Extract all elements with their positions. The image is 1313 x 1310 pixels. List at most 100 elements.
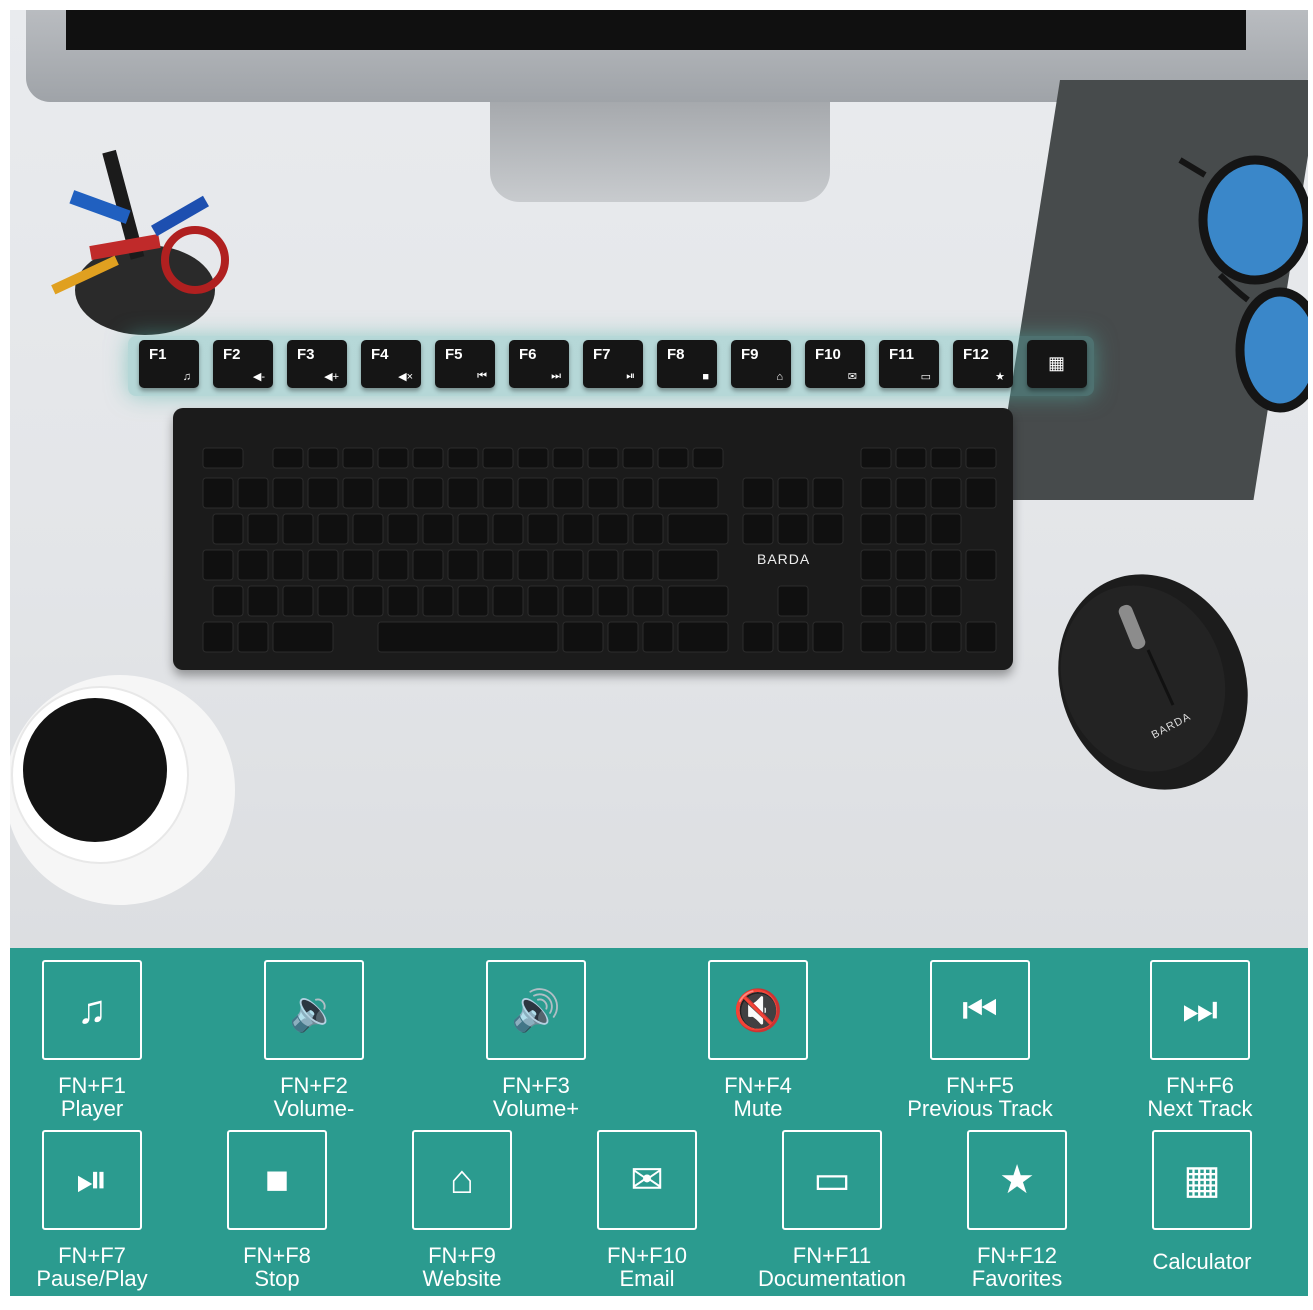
- keyboard-key: [777, 513, 809, 545]
- keyboard-key: [965, 477, 997, 509]
- star-icon: ★: [995, 371, 1005, 383]
- document-icon: ▭: [782, 1130, 882, 1230]
- volume-down-icon: 🔉: [264, 960, 364, 1060]
- fkey-f12: F12 ★: [953, 340, 1013, 388]
- music-note-icon: ♫: [42, 960, 142, 1060]
- calculator-icon: ▦: [1152, 1130, 1252, 1230]
- keyboard-key: [597, 513, 629, 545]
- keyboard-key: [307, 549, 339, 581]
- music-note-icon: ♫: [182, 371, 191, 383]
- next-track-icon: ⏭: [1150, 960, 1250, 1060]
- keyboard-key: [202, 447, 244, 469]
- keyboard-key: [895, 549, 927, 581]
- fkey-f5: F5 ⏮: [435, 340, 495, 388]
- play-pause-icon: ⏯: [626, 370, 635, 382]
- keyboard-key: [777, 477, 809, 509]
- keyboard-key: [412, 477, 444, 509]
- keyboard-key: [457, 513, 489, 545]
- keyboard-key: [237, 549, 269, 581]
- keyboard-keys: [202, 447, 997, 653]
- keyboard-key: [272, 447, 304, 469]
- keyboard-key: [447, 549, 479, 581]
- keyboard-key: [930, 621, 962, 653]
- play-pause-icon: ⏯: [42, 1130, 142, 1230]
- legend-item-pause-play: ⏯ FN+F7 Pause/Play: [0, 1130, 192, 1290]
- keyboard-key: [677, 621, 729, 653]
- legend-item-favorites: ★ FN+F12 Favorites: [917, 1130, 1117, 1290]
- keyboard-key: [412, 549, 444, 581]
- legend-item-stop: ■ FN+F8 Stop: [177, 1130, 377, 1290]
- keyboard-key: [272, 621, 334, 653]
- keyboard-key: [377, 477, 409, 509]
- volume-down-icon: ◀-: [252, 371, 265, 383]
- keyboard-key: [895, 447, 927, 469]
- keyboard-key: [812, 513, 844, 545]
- keyboard-key: [622, 549, 654, 581]
- keyboard-key: [212, 513, 244, 545]
- keyboard-key: [632, 513, 664, 545]
- keyboard-key: [527, 585, 559, 617]
- keyboard-key: [492, 585, 524, 617]
- keyboard-key: [965, 447, 997, 469]
- fkey-f10: F10 ✉: [805, 340, 865, 388]
- fkey-f8: F8 ■: [657, 340, 717, 388]
- keyboard-key: [212, 585, 244, 617]
- monitor-screen: [66, 10, 1246, 50]
- keyboard-key: [860, 549, 892, 581]
- keyboard-key: [860, 477, 892, 509]
- fkey-f1: F1 ♫: [139, 340, 199, 388]
- keyboard-key: [317, 513, 349, 545]
- keyboard-key: [342, 549, 374, 581]
- volume-up-icon: 🔊: [486, 960, 586, 1060]
- fkey-f6: F6 ⏭: [509, 340, 569, 388]
- keyboard-key: [860, 513, 892, 545]
- keyboard-key: [930, 447, 962, 469]
- keyboard-key: [607, 621, 639, 653]
- keyboard-key: [517, 447, 549, 469]
- keyboard-key: [307, 477, 339, 509]
- keyboard-key: [860, 447, 892, 469]
- keyboard-key: [527, 513, 559, 545]
- keyboard-key: [667, 585, 729, 617]
- keyboard-key: [482, 549, 514, 581]
- keyboard-key: [377, 621, 559, 653]
- keyboard-key: [860, 621, 892, 653]
- keyboard-key: [422, 513, 454, 545]
- legend-item-mute: 🔇 FN+F4 Mute: [658, 960, 858, 1120]
- mute-icon: 🔇: [708, 960, 808, 1060]
- keyboard-key: [965, 549, 997, 581]
- keyboard-key: [622, 447, 654, 469]
- home-icon: ⌂: [776, 371, 783, 383]
- mouse: [1058, 574, 1248, 790]
- keyboard-key: [642, 621, 674, 653]
- legend-item-volume-up: 🔊 FN+F3 Volume+: [436, 960, 636, 1120]
- keyboard-key: [352, 513, 384, 545]
- keyboard-key: [692, 447, 724, 469]
- keyboard-key: [412, 447, 444, 469]
- keyboard-key: [812, 621, 844, 653]
- keyboard-key: [860, 585, 892, 617]
- keyboard-key: [377, 447, 409, 469]
- keyboard-key: [895, 621, 927, 653]
- keyboard-key: [965, 621, 997, 653]
- keyboard-key: [282, 513, 314, 545]
- fkey-f7: F7 ⏯: [583, 340, 643, 388]
- keyboard-key: [202, 477, 234, 509]
- keyboard-key: [272, 477, 304, 509]
- mail-icon: ✉: [597, 1130, 697, 1230]
- fkey-f4: F4 ◀×: [361, 340, 421, 388]
- keyboard-key: [447, 477, 479, 509]
- keyboard-key: [667, 513, 729, 545]
- keyboard-key: [387, 513, 419, 545]
- home-icon: ⌂: [412, 1130, 512, 1230]
- keyboard-key: [930, 477, 962, 509]
- fkey-f3: F3 ◀+: [287, 340, 347, 388]
- keyboard-key: [622, 477, 654, 509]
- keyboard-key: [777, 621, 809, 653]
- keyboard-key: [742, 621, 774, 653]
- document-icon: ▭: [920, 371, 931, 383]
- keyboard-key: [930, 549, 962, 581]
- keyboard-key: [247, 585, 279, 617]
- pen-cup: [51, 149, 229, 335]
- keyboard-key: [930, 585, 962, 617]
